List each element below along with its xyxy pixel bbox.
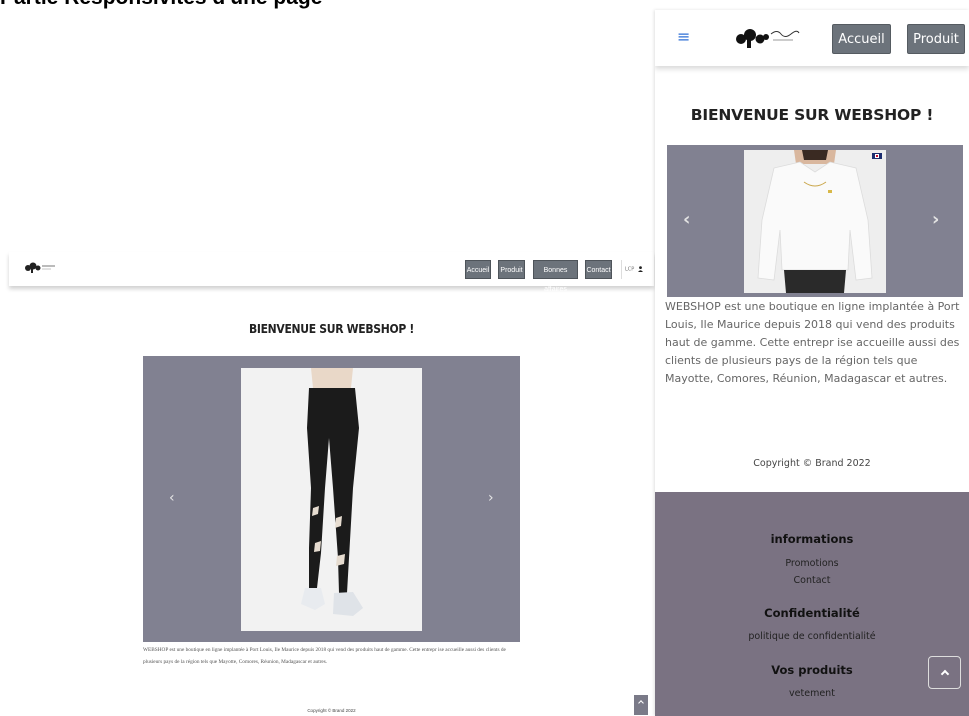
footer-link-promotions[interactable]: Promotions bbox=[655, 558, 969, 569]
mobile-preview: ≡ Accueil Produit BIENVENUE SUR WEBSHOP … bbox=[655, 10, 969, 716]
footer-link-vetement[interactable]: vetement bbox=[655, 688, 969, 699]
desktop-nav-bonnes-affaires[interactable]: Bonnes affaires bbox=[533, 260, 578, 293]
user-icon bbox=[637, 266, 643, 272]
desktop-welcome-heading: BIENVENUE SUR WEBSHOP ! bbox=[248, 322, 415, 336]
mobile-welcome-heading: BIENVENUE SUR WEBSHOP ! bbox=[690, 106, 934, 124]
desktop-nav-divider bbox=[621, 260, 622, 279]
webshop-logo[interactable] bbox=[23, 262, 57, 274]
desktop-carousel-image bbox=[241, 368, 422, 631]
mobile-navbar: ≡ Accueil Produit bbox=[655, 10, 969, 66]
mobile-nav-produit[interactable]: Produit bbox=[907, 24, 965, 54]
desktop-carousel-next[interactable]: › bbox=[488, 490, 494, 506]
webshop-logo[interactable] bbox=[733, 25, 803, 49]
desktop-nav-accueil[interactable]: Accueil bbox=[465, 260, 491, 279]
mobile-carousel: ‹ › bbox=[667, 145, 963, 297]
footer-heading-confidentialite: Confidentialité bbox=[764, 606, 860, 620]
mobile-description: WEBSHOP est une boutique en ligne implan… bbox=[665, 300, 960, 385]
footer-heading-informations: informations bbox=[770, 532, 854, 546]
footer-link-contact[interactable]: Contact bbox=[655, 575, 969, 586]
desktop-description: WEBSHOP est une boutique en ligne implan… bbox=[143, 647, 506, 665]
desktop-carousel-prev[interactable]: ‹ bbox=[169, 490, 175, 506]
white-sweater-model-illustration bbox=[744, 150, 886, 293]
mobile-nav-accueil[interactable]: Accueil bbox=[832, 24, 891, 54]
mobile-back-to-top-button[interactable] bbox=[928, 656, 961, 689]
desktop-nav-produit[interactable]: Produit bbox=[498, 260, 525, 279]
mobile-copyright: Copyright © Brand 2022 bbox=[753, 458, 871, 469]
footer-heading-vos-produits: Vos produits bbox=[771, 663, 853, 677]
desktop-back-to-top-button[interactable] bbox=[634, 695, 648, 715]
desktop-navbar: Accueil Produit Bonnes affaires Contact … bbox=[9, 252, 654, 293]
mobile-carousel-next[interactable]: › bbox=[932, 209, 939, 230]
desktop-user-area[interactable]: LCP bbox=[625, 266, 643, 273]
chevron-up-icon bbox=[638, 700, 644, 706]
desktop-copyright: Copyright © Brand 2022 bbox=[307, 708, 356, 713]
mobile-carousel-prev[interactable]: ‹ bbox=[683, 209, 690, 230]
desktop-nav-contact[interactable]: Contact bbox=[585, 260, 612, 279]
desktop-user-label: LCP bbox=[625, 266, 635, 273]
black-jeans-model-illustration bbox=[241, 368, 422, 631]
chevron-up-icon bbox=[940, 669, 950, 679]
desktop-preview: Accueil Produit Bonnes affaires Contact … bbox=[9, 252, 654, 716]
footer-link-politique[interactable]: politique de confidentialité bbox=[655, 631, 969, 642]
page-title: Partie Responsivités d'une page bbox=[0, 0, 322, 10]
mobile-footer: informations Promotions Contact Confiden… bbox=[655, 492, 969, 716]
desktop-carousel: ‹ › bbox=[143, 356, 520, 642]
hamburger-menu-icon[interactable]: ≡ bbox=[677, 28, 690, 46]
mobile-carousel-image bbox=[744, 150, 886, 293]
